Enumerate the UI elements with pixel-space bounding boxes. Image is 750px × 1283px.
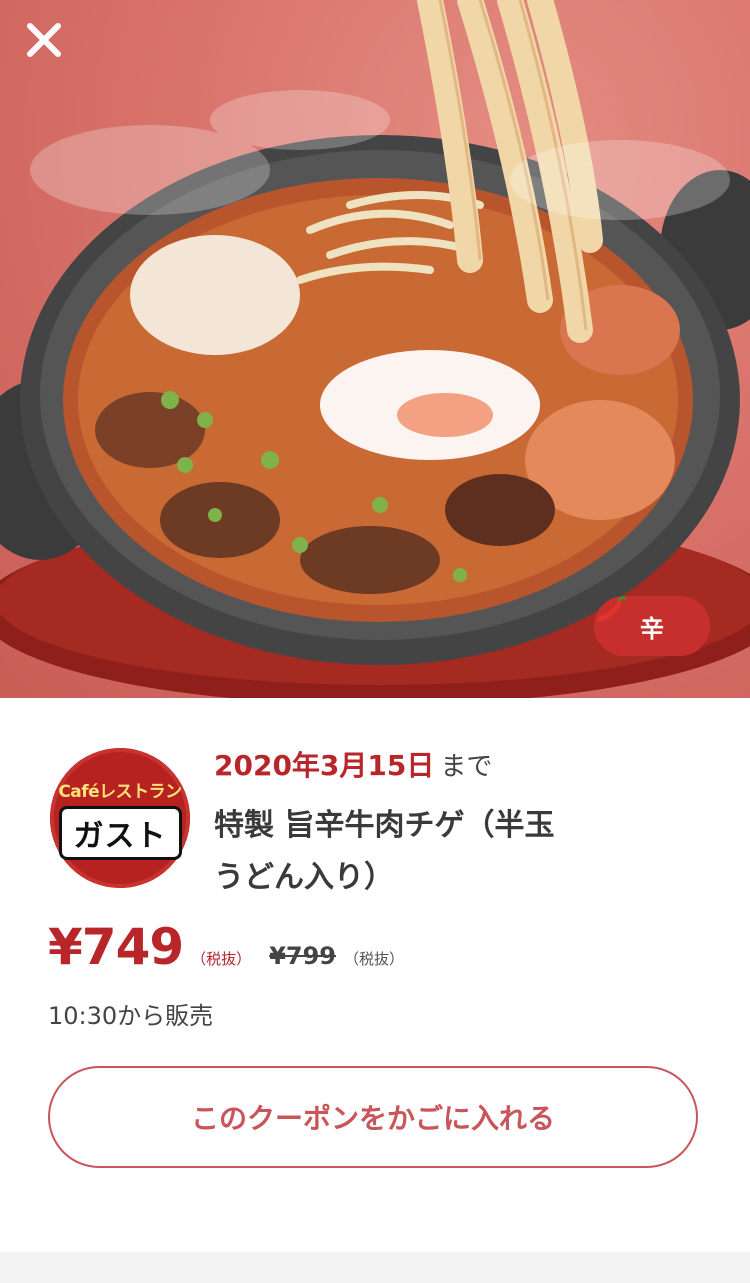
spicy-label: 辛 — [640, 614, 664, 643]
logo-title: ガスト — [58, 805, 182, 860]
sale-time: 10:30から販売 — [48, 1002, 214, 1030]
chili-pepper-icon — [597, 596, 627, 622]
product-name-line2: うどん入り） — [214, 860, 394, 895]
product-name-line1: 特製 旨辛牛肉チゲ（半玉 — [214, 808, 555, 843]
price-row: ¥749 （税抜） ¥799 （税抜） — [48, 918, 404, 978]
sale-price-tax-label: （税抜） — [191, 950, 252, 968]
expiry-suffix: まで — [440, 752, 493, 782]
expiry-date: 2020年3月15日 — [214, 749, 435, 782]
original-price: ¥799 — [269, 942, 336, 970]
add-to-cart-button[interactable]: このクーポンをかごに入れる — [48, 1066, 698, 1168]
spicy-badge: 辛 — [594, 596, 710, 656]
food-illustration — [0, 0, 750, 698]
close-button[interactable] — [26, 22, 86, 68]
store-logo: Caféレストラン ガスト — [50, 748, 190, 888]
original-price-tax-label: （税抜） — [343, 950, 404, 968]
hero-image: 辛 — [0, 0, 750, 698]
sale-price: ¥749 — [48, 918, 184, 976]
expiry-line: 2020年3月15日 まで — [214, 744, 492, 784]
add-to-cart-label: このクーポンをかごに入れる — [190, 1102, 555, 1135]
close-icon — [27, 23, 61, 57]
logo-subtitle: Caféレストラン — [58, 781, 182, 802]
product-name: 特製 旨辛牛肉チゲ（半玉 うどん入り） — [214, 800, 614, 904]
footer-band — [0, 1252, 750, 1283]
